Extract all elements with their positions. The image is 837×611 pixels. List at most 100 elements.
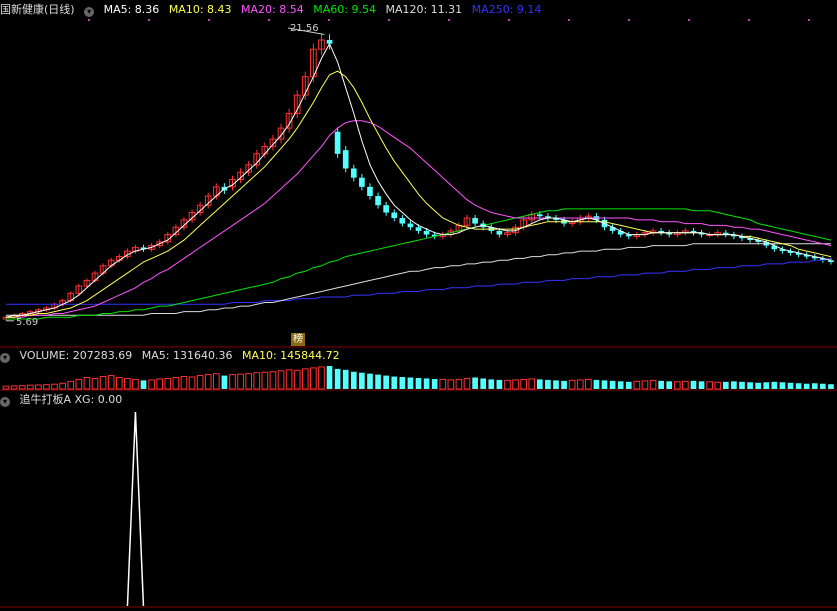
volume-bar (431, 378, 438, 389)
volume-bar (99, 376, 107, 390)
volume-bar (269, 371, 277, 390)
volume-bar (585, 378, 592, 390)
volume-bar (455, 378, 463, 390)
volume-panel-header: ▾ VOLUME: 207283.69 MA5: 131640.36 MA10:… (0, 349, 346, 363)
volume-ma5: MA5: 131640.36 (141, 349, 233, 362)
price-panel-header: 国新健康(日线) ▾ MA5: 8.36 MA10: 8.43 MA20: 8.… (0, 3, 547, 17)
volume-bar (67, 380, 75, 390)
ma5-legend: MA5: 8.36 (103, 3, 160, 16)
ma60-legend: MA60: 9.54 (313, 3, 376, 16)
indicator-label: 追牛打板A XG: 0.00 (19, 393, 123, 406)
volume-bar (75, 378, 83, 390)
volume-bar (350, 371, 357, 389)
volume-bar (261, 371, 269, 390)
volume-bar (536, 379, 543, 389)
volume-bar (779, 382, 786, 389)
volume-bar (722, 381, 729, 389)
volume-bar (318, 366, 325, 390)
volume-bar (2, 385, 10, 390)
chevron-down-icon[interactable]: ▾ (84, 7, 95, 17)
candle-body (536, 214, 543, 217)
candle-body (367, 186, 373, 197)
chevron-down-icon[interactable]: ▾ (0, 397, 10, 407)
volume-value: VOLUME: 207283.69 (19, 349, 133, 362)
volume-bar (658, 380, 664, 389)
grid-marker (748, 19, 750, 21)
ma10-legend: MA10: 8.43 (168, 3, 232, 16)
volume-bar (391, 376, 398, 389)
volume-bar (795, 383, 802, 389)
grid-marker (148, 19, 150, 21)
volume-bar (399, 377, 406, 389)
volume-bar (593, 379, 600, 389)
volume-bar (221, 375, 228, 389)
volume-bar (35, 384, 42, 390)
ma250-line (6, 257, 832, 305)
volume-bar (439, 378, 447, 390)
volume-bar (310, 367, 317, 390)
low-price-label: 5.69 (16, 317, 38, 328)
volume-bar (496, 379, 503, 389)
candlestick-series (2, 34, 834, 321)
volume-bar (237, 373, 244, 390)
volume-bar (148, 379, 155, 390)
volume-bar (107, 375, 115, 390)
volume-bar (172, 377, 180, 390)
volume-bar (576, 379, 584, 390)
volume-bar (115, 377, 123, 390)
grid-marker (88, 19, 90, 21)
ma20-line (6, 120, 832, 318)
volume-bar (196, 375, 204, 390)
volume-bar (51, 383, 58, 390)
volume-bar (180, 376, 188, 390)
volume-bar (204, 374, 212, 390)
volume-bar (512, 379, 519, 390)
volume-bar (504, 379, 511, 390)
chart-grid (0, 19, 837, 608)
volume-bar (673, 381, 681, 390)
volume-bar (666, 381, 673, 389)
volume-bar (698, 381, 705, 389)
candle-body (399, 218, 406, 224)
volume-bar (528, 378, 536, 390)
volume-bar (334, 368, 341, 389)
candle-body (375, 196, 381, 206)
volume-bar (18, 385, 26, 390)
volume-bar (601, 380, 608, 389)
xg-signal-spike (126, 411, 145, 607)
volume-bar (463, 377, 471, 390)
candle-body (383, 205, 389, 213)
candle-body (391, 212, 398, 219)
candle-body (359, 177, 365, 187)
stock-name: 国新健康(日线) (0, 3, 75, 16)
volume-bar (568, 379, 576, 390)
volume-bar (301, 368, 309, 390)
grid-marker (508, 19, 510, 21)
stock-chart[interactable]: 21.56 5.69 (0, 0, 837, 611)
volume-bar (156, 378, 164, 390)
chevron-down-icon[interactable]: ▾ (0, 353, 10, 363)
volume-bar (747, 382, 753, 389)
grid-marker (268, 19, 270, 21)
volume-bar (480, 378, 487, 389)
volume-bar (10, 385, 18, 390)
volume-bar (423, 378, 430, 389)
volume-bar (706, 381, 713, 390)
volume-bar (682, 380, 689, 390)
candle-body (415, 227, 422, 231)
list-badge[interactable]: 榜 (291, 333, 305, 346)
volume-bar (625, 381, 632, 389)
grid-marker (568, 19, 570, 21)
volume-bar (164, 377, 172, 390)
moving-average-lines (5, 27, 832, 322)
candle-body (423, 230, 430, 235)
candle-body (342, 150, 349, 169)
volume-bar (132, 378, 139, 390)
volume-bar (188, 376, 196, 390)
volume-bar (803, 383, 810, 389)
volume-bar (43, 384, 50, 390)
volume-bar (91, 377, 99, 390)
volume-bar (633, 380, 641, 390)
volume-bar (407, 377, 414, 389)
volume-bar (447, 379, 455, 390)
